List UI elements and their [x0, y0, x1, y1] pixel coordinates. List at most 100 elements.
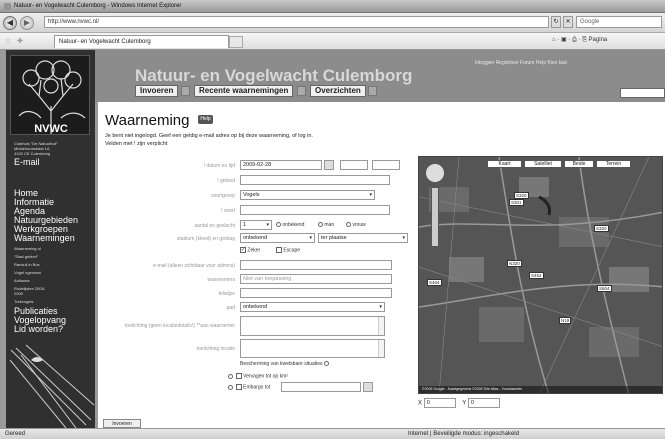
command-bar[interactable]: ⌂ · ▣ · ⎙ · ⎘ Pagina [552, 36, 607, 44]
map-zoom-slider[interactable] [431, 187, 439, 247]
status-text: Gereed [5, 431, 26, 437]
back-button[interactable]: ◀ [3, 16, 17, 30]
intro-text: Je bent niet ingelogd. Geef een geldig e… [105, 133, 313, 139]
minute-input[interactable] [372, 160, 400, 170]
window-title: Natuur- en Vogelwacht Culemborg - Window… [14, 3, 182, 9]
tab-invoeren-dropdown[interactable] [181, 86, 190, 96]
remarks-textarea[interactable] [240, 316, 385, 336]
certain-checkbox[interactable]: ✓ Zeker [240, 247, 260, 253]
sidebar-small-item-2[interactable]: 2009 [14, 291, 23, 296]
tree-logo-icon: NVWC [18, 60, 86, 135]
embargo-option[interactable]: Embargo tot [228, 384, 270, 390]
location-textarea[interactable] [240, 339, 385, 358]
map-type-terrein[interactable]: Terrein [596, 160, 631, 168]
stop-button[interactable]: ✕ [563, 16, 573, 28]
group-select[interactable]: Vogels [240, 190, 375, 200]
email-label: e-mail (alleen zichtbaar voor admins) [153, 263, 235, 269]
species-input[interactable] [240, 205, 390, 215]
search-input[interactable]: Google [576, 16, 662, 28]
sidebar-small-item-3[interactable]: Trekvogels [14, 299, 33, 304]
browser-tab[interactable]: Natuur- en Vogelwacht Culemborg [54, 35, 229, 48]
y-input[interactable]: 0 [467, 398, 500, 408]
map-pan-control[interactable] [425, 163, 445, 183]
date-input[interactable]: 2009-02-28 [240, 160, 322, 170]
help-badge[interactable]: Help [198, 115, 213, 124]
area-input[interactable] [240, 175, 390, 185]
required-note: Velden met ! zijn verplicht [105, 141, 168, 147]
site-title: Natuur- en Vogelwacht Culemborg [135, 66, 413, 85]
group-label: soortgroep [211, 193, 235, 199]
area-label: ! gebied [217, 178, 235, 184]
sex-unknown-option[interactable]: onbekend [276, 222, 304, 228]
address-input[interactable]: http://www.nvwc.nl/ [44, 16, 549, 28]
location-label: toelichting locatie [196, 346, 235, 352]
hour-input[interactable] [340, 160, 368, 170]
count-label: aantal en geslacht [194, 223, 235, 229]
date-label: ! datum en tijd [203, 163, 235, 169]
road-label: S301 [509, 199, 524, 206]
remarks-label: toelichting (geen locatiedetails!) **aan… [124, 323, 235, 329]
tab-overzichten-dropdown[interactable] [368, 86, 377, 96]
site-logo[interactable]: NVWC [10, 55, 90, 135]
road-label: S464 [427, 279, 442, 286]
calendar-button[interactable] [324, 160, 334, 170]
security-zone: Internet | Beveiligde modus: ingeschakel… [408, 431, 519, 437]
observers-input[interactable]: Niet van toepassing [240, 274, 392, 284]
tab-recente-dropdown[interactable] [297, 86, 306, 96]
refresh-button[interactable]: ↻ [551, 16, 561, 28]
tab-recente-waarnemingen[interactable]: Recente waarnemingen [194, 85, 294, 97]
logo-text: NVWC [34, 123, 68, 135]
submit-button[interactable]: Invoeren [103, 419, 141, 428]
add-favorite-icon[interactable]: ✚ [17, 37, 23, 45]
road-label: N320 [507, 260, 522, 267]
count-select[interactable]: 1 [240, 220, 272, 230]
observers-label: waarnemers [207, 277, 235, 283]
satellite-map[interactable]: Kaart Satelliet Beide Terrein S320 S301 … [418, 156, 663, 394]
top-links[interactable]: Inloggen Registreer Forum Help Kies taal [475, 60, 567, 66]
window-titlebar: Natuur- en Vogelwacht Culemborg - Window… [0, 0, 665, 13]
email-input[interactable] [240, 260, 392, 270]
page-title: Waarneming [105, 112, 190, 129]
tab-overzichten[interactable]: Overzichten [310, 85, 366, 97]
email-link[interactable]: E-mail [14, 158, 40, 167]
reed-illustration [9, 344, 95, 428]
address-toolbar: ◀ ▶ http://www.nvwc.nl/ ↻ ✕ Google [0, 13, 665, 33]
map-type-kaart[interactable]: Kaart [487, 160, 522, 168]
sidebar-subitem-2[interactable]: "Stad gebied" [14, 254, 38, 259]
map-type-satelliet[interactable]: Satelliet [524, 160, 562, 168]
address-line-3: 4102 CE Culemborg [14, 151, 51, 156]
site-search-input[interactable] [620, 88, 665, 98]
protect-heading: Bescherming van kwetsbare situaties [240, 361, 329, 367]
method-input[interactable] [240, 288, 392, 298]
favorites-star-icon[interactable]: ☆ [5, 37, 11, 45]
sidebar-subitem-4[interactable]: Vogel ogenmat [14, 270, 41, 275]
road-label: S320 [594, 225, 609, 232]
x-input[interactable]: 0 [423, 398, 456, 408]
forward-button[interactable]: ▶ [20, 16, 34, 30]
y-label: Y [462, 400, 467, 407]
ie-icon [4, 3, 11, 10]
sidebar-subitem-1[interactable]: Waarneming.nl [14, 246, 41, 251]
behaviour-select[interactable]: ter plaatse [318, 233, 408, 243]
sidebar-subitem-5[interactable]: Avifauna [14, 278, 30, 283]
escape-checkbox[interactable]: Escape [276, 247, 300, 253]
embargo-date-input[interactable] [281, 382, 361, 392]
road-label: S320 [514, 192, 529, 199]
sex-female-option[interactable]: vrouw [346, 222, 366, 228]
species-label: ! soort [221, 208, 235, 214]
hide-option[interactable]: Vervagen tot op km² [228, 373, 288, 379]
path-select[interactable]: onbekend [240, 302, 385, 312]
sex-male-option[interactable]: man [318, 222, 334, 228]
stage-label: stadium (kleed) en gedrag [176, 236, 235, 242]
map-type-beide[interactable]: Beide [564, 160, 594, 168]
embargo-calendar-button[interactable] [363, 382, 373, 392]
method-label: telwijze [218, 291, 235, 297]
sidebar-subitem-3[interactable]: Ransuil in Bos [14, 262, 40, 267]
tab-invoeren[interactable]: Invoeren [135, 85, 179, 97]
stage-select[interactable]: onbekend [240, 233, 315, 243]
path-label: pad [226, 305, 235, 311]
x-label: X [418, 400, 423, 407]
sidebar-item-waarnemingen[interactable]: Waarnemingen [14, 234, 75, 243]
new-tab-button[interactable] [229, 36, 243, 48]
coordinates: X 0 Y 0 [418, 398, 500, 408]
